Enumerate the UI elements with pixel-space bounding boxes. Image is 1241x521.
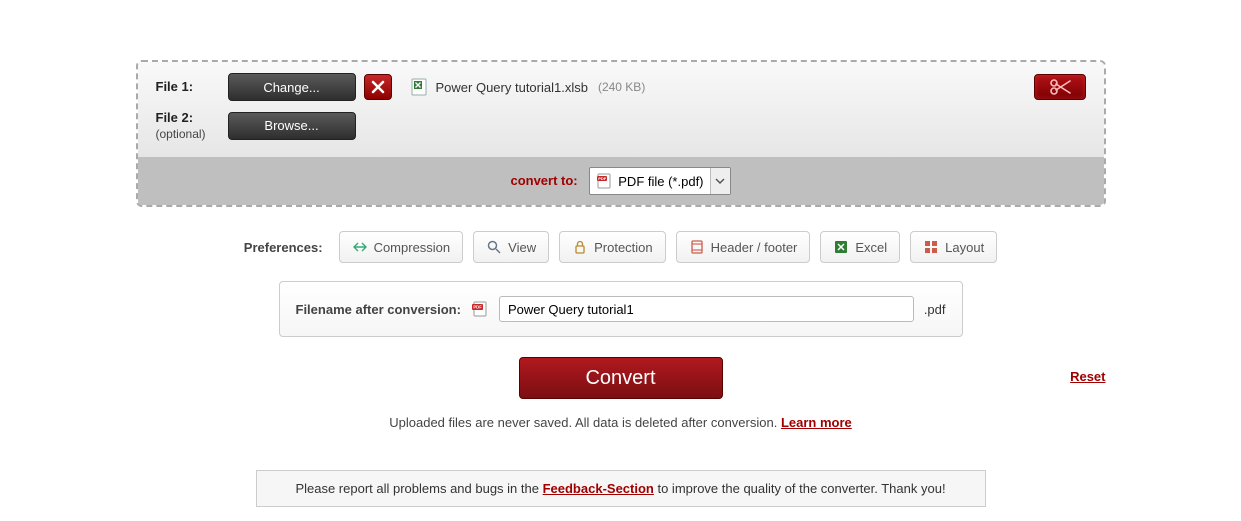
file-rows: File 1: Change... Power Query tutorial1.… <box>138 62 1104 157</box>
pref-protection-label: Protection <box>594 240 653 255</box>
lock-icon <box>572 239 588 255</box>
x-icon <box>371 80 385 94</box>
filename-after-label: Filename after conversion: <box>296 302 461 317</box>
pref-header-footer-label: Header / footer <box>711 240 798 255</box>
change-button[interactable]: Change... <box>228 73 356 101</box>
file2-optional: (optional) <box>156 127 206 141</box>
convert-row: Convert Reset <box>136 357 1106 401</box>
pref-compression[interactable]: Compression <box>339 231 464 263</box>
pref-header-footer[interactable]: Header / footer <box>676 231 811 263</box>
convert-to-bar: convert to: PDF PDF file (*.pdf) <box>138 157 1104 205</box>
filename-input[interactable] <box>499 296 914 322</box>
file2-row: File 2: (optional) Browse... <box>156 110 1086 141</box>
notice-text: Uploaded files are never saved. All data… <box>389 415 781 430</box>
pdf-icon: PDF <box>596 173 612 189</box>
scissors-button[interactable] <box>1034 74 1086 100</box>
convert-to-label: convert to: <box>510 173 577 188</box>
scissors-icon <box>1048 78 1072 96</box>
preferences-row: Preferences: Compression View Protection… <box>136 231 1106 263</box>
privacy-notice: Uploaded files are never saved. All data… <box>136 415 1106 430</box>
learn-more-link[interactable]: Learn more <box>781 415 852 430</box>
chevron-down-icon <box>710 168 730 194</box>
file2-label-text: File 2: <box>156 110 194 125</box>
page-icon <box>689 239 705 255</box>
pref-view-label: View <box>508 240 536 255</box>
feedback-text-a: Please report all problems and bugs in t… <box>295 481 542 496</box>
excel-icon <box>833 239 849 255</box>
browse-button[interactable]: Browse... <box>228 112 356 140</box>
feedback-text-b: to improve the quality of the converter.… <box>654 481 946 496</box>
pref-excel[interactable]: Excel <box>820 231 900 263</box>
file1-row: File 1: Change... Power Query tutorial1.… <box>156 72 1086 102</box>
excel-file-icon <box>410 78 428 96</box>
svg-text:PDF: PDF <box>598 176 607 181</box>
magnifier-icon <box>486 239 502 255</box>
layout-icon <box>923 239 939 255</box>
pref-view[interactable]: View <box>473 231 549 263</box>
file1-label: File 1: <box>156 79 228 95</box>
pref-layout[interactable]: Layout <box>910 231 997 263</box>
preferences-label: Preferences: <box>244 240 323 255</box>
upload-area: File 1: Change... Power Query tutorial1.… <box>136 60 1106 207</box>
filename-box: Filename after conversion: PDF .pdf <box>279 281 963 337</box>
file1-size: (240 KB) <box>598 80 645 94</box>
clear-file-button[interactable] <box>364 74 392 100</box>
pref-layout-label: Layout <box>945 240 984 255</box>
pdf-icon: PDF <box>471 300 489 318</box>
format-select[interactable]: PDF PDF file (*.pdf) <box>589 167 730 195</box>
pref-protection[interactable]: Protection <box>559 231 666 263</box>
feedback-link[interactable]: Feedback-Section <box>543 481 654 496</box>
compression-icon <box>352 239 368 255</box>
feedback-box: Please report all problems and bugs in t… <box>256 470 986 507</box>
format-value: PDF file (*.pdf) <box>618 174 709 189</box>
filename-ext: .pdf <box>924 302 946 317</box>
reset-link[interactable]: Reset <box>1070 369 1105 384</box>
svg-text:PDF: PDF <box>473 305 482 310</box>
convert-button[interactable]: Convert <box>519 357 723 399</box>
file2-label: File 2: (optional) <box>156 110 228 141</box>
file1-name: Power Query tutorial1.xlsb <box>436 80 588 95</box>
pref-excel-label: Excel <box>855 240 887 255</box>
pref-compression-label: Compression <box>374 240 451 255</box>
